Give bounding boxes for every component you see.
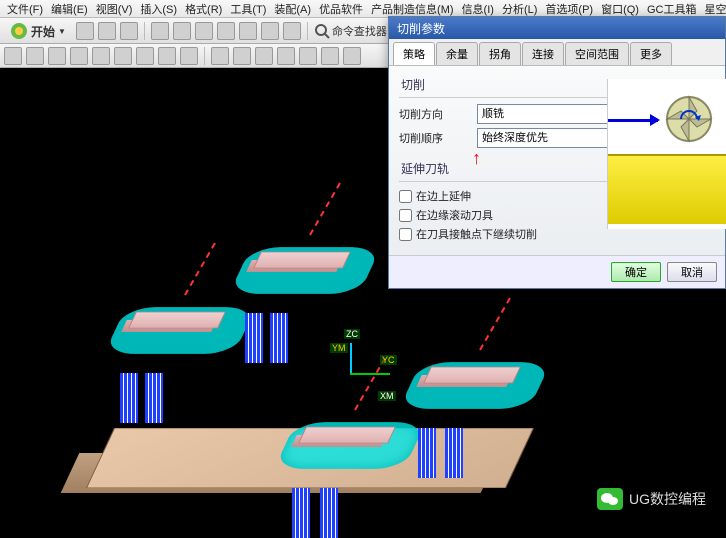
chk-edge-extend-label: 在边上延伸 [416, 188, 471, 204]
chk-edge-extend[interactable] [399, 190, 412, 203]
tool-icon[interactable] [343, 47, 361, 65]
axis-ym-label: YM [330, 343, 348, 353]
separator [204, 47, 205, 65]
tool-icon[interactable] [180, 47, 198, 65]
tab-connect[interactable]: 连接 [522, 42, 564, 65]
tab-more[interactable]: 更多 [630, 42, 672, 65]
feed-arrow-icon [608, 119, 658, 122]
axis-xm-label: XM [378, 391, 396, 401]
menu-insert[interactable]: 插入(S) [137, 0, 180, 18]
cutter-icon [659, 89, 719, 149]
cmd-finder-label: 命令查找器 [332, 23, 387, 39]
tool-icon[interactable] [233, 47, 251, 65]
axis-yc-label: YC [380, 355, 397, 365]
separator [307, 22, 308, 40]
tab-strategy[interactable]: 策略 [393, 42, 435, 65]
tool-icon[interactable] [158, 47, 176, 65]
menu-view[interactable]: 视图(V) [93, 0, 136, 18]
tool-icon[interactable] [299, 47, 317, 65]
menu-edit[interactable]: 编辑(E) [48, 0, 91, 18]
tool-icon[interactable] [211, 47, 229, 65]
menu-tools[interactable]: 工具(T) [227, 0, 269, 18]
menu-assembly[interactable]: 装配(A) [271, 0, 314, 18]
tool-icon[interactable] [277, 47, 295, 65]
tool-icon[interactable] [120, 22, 138, 40]
watermark: UG数控编程 [597, 488, 706, 510]
tool-icon[interactable] [239, 22, 257, 40]
start-label: 开始 [31, 23, 55, 40]
tool-icon[interactable] [321, 47, 339, 65]
tool-icon[interactable] [283, 22, 301, 40]
tool-icon[interactable] [98, 22, 116, 40]
cut-direction-label: 切削方向 [399, 106, 469, 122]
watermark-text: UG数控编程 [629, 489, 706, 509]
chevron-down-icon: ▼ [58, 27, 66, 36]
menu-gctoolbox[interactable]: GC工具箱 [644, 0, 700, 18]
start-button[interactable]: 开始 ▼ [4, 20, 72, 42]
tab-stock[interactable]: 余量 [436, 42, 478, 65]
cancel-button[interactable]: 取消 [667, 262, 717, 282]
annotation-arrow-icon: ↑ [472, 148, 481, 169]
menu-info[interactable]: 信息(I) [459, 0, 497, 18]
chk-edge-roll-label: 在边缘滚动刀具 [416, 207, 493, 223]
menu-window[interactable]: 窗口(Q) [598, 0, 642, 18]
cutting-params-dialog: 切削参数 策略 余量 拐角 连接 空间范围 更多 切削 ⋀ 切削方向 顺铣 切削… [388, 16, 726, 289]
tool-icon[interactable] [195, 22, 213, 40]
tool-icon[interactable] [92, 47, 110, 65]
menu-xingkong[interactable]: 星空 Vb.935 [701, 0, 726, 18]
chk-contact-continue[interactable] [399, 228, 412, 241]
separator [144, 22, 145, 40]
tool-icon[interactable] [261, 22, 279, 40]
dialog-title[interactable]: 切削参数 [389, 17, 725, 39]
tool-icon[interactable] [114, 47, 132, 65]
menu-file[interactable]: 文件(F) [4, 0, 46, 18]
menu-preferences[interactable]: 首选项(P) [542, 0, 596, 18]
tool-icon[interactable] [70, 47, 88, 65]
menu-youpin[interactable]: 优品软件 [316, 0, 366, 18]
tab-containment[interactable]: 空间范围 [565, 42, 629, 65]
cut-order-label: 切削顺序 [399, 130, 469, 146]
wechat-icon [597, 488, 623, 510]
tool-icon[interactable] [255, 47, 273, 65]
tool-illustration [607, 79, 726, 229]
menu-pmi[interactable]: 产品制造信息(M) [368, 0, 457, 18]
tool-icon[interactable] [26, 47, 44, 65]
ug-logo-icon [10, 22, 28, 40]
chk-edge-roll[interactable] [399, 209, 412, 222]
section-cut-label: 切削 [401, 76, 425, 93]
tab-corner[interactable]: 拐角 [479, 42, 521, 65]
tool-icon[interactable] [4, 47, 22, 65]
ok-button[interactable]: 确定 [611, 262, 661, 282]
section-extend-label: 延伸刀轨 [401, 160, 449, 177]
chk-contact-continue-label: 在刀具接触点下继续切削 [416, 226, 537, 242]
menu-analysis[interactable]: 分析(L) [499, 0, 540, 18]
tool-icon[interactable] [76, 22, 94, 40]
dialog-body: 切削 ⋀ 切削方向 顺铣 切削顺序 始终深度优先 延伸刀轨 ⋀ 在边上延伸 在边… [389, 66, 725, 255]
dialog-buttons: 确定 取消 [389, 255, 725, 288]
tool-icon[interactable] [151, 22, 169, 40]
axis-z-label: ZC [344, 329, 360, 339]
dialog-tabs: 策略 余量 拐角 连接 空间范围 更多 [389, 39, 725, 66]
tool-icon[interactable] [48, 47, 66, 65]
menu-format[interactable]: 格式(R) [182, 0, 225, 18]
tool-icon[interactable] [136, 47, 154, 65]
tool-icon[interactable] [217, 22, 235, 40]
tool-icon[interactable] [173, 22, 191, 40]
search-icon [314, 23, 330, 39]
